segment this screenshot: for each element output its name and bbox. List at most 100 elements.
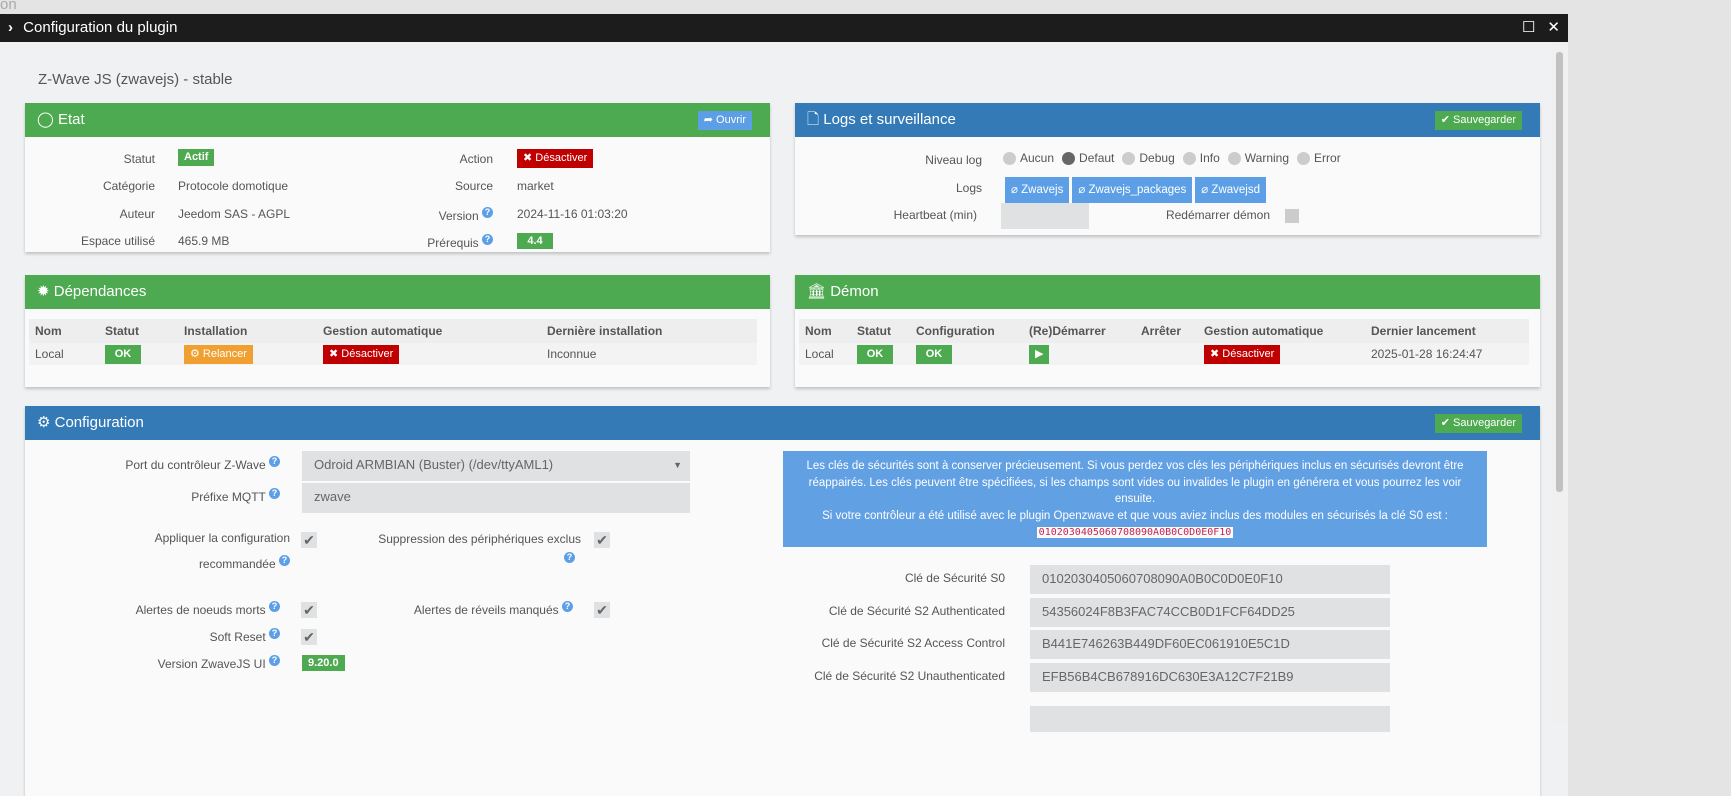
etat-panel: ◯ Etat ➦ Ouvrir Statut Actif Catégorie P…: [25, 103, 770, 252]
deps-deactivate-button[interactable]: ✖ Désactiver: [323, 344, 400, 364]
dropdown-arrow-icon: ▼: [673, 460, 682, 470]
soft-reset-label: Soft Reset ?: [25, 628, 280, 644]
config-save-button[interactable]: ✔ Sauvegarder: [1434, 414, 1522, 433]
log-level-error[interactable]: Error: [1289, 151, 1341, 166]
chevron-right-icon: ›: [8, 19, 13, 36]
log-level-warning[interactable]: Warning: [1220, 151, 1289, 166]
open-button[interactable]: ➦ Ouvrir: [697, 111, 752, 130]
restart-daemon-checkbox[interactable]: [1285, 209, 1299, 223]
relaunch-button[interactable]: ⚙ Relancer: [184, 344, 253, 364]
log-level-aucun[interactable]: Aucun: [995, 151, 1054, 166]
dead-nodes-checkbox[interactable]: ✔: [301, 602, 317, 618]
logs-save-button[interactable]: ✔ Sauvegarder: [1434, 111, 1522, 130]
mqtt-input[interactable]: zwave: [302, 483, 690, 513]
deps-title: Dépendances: [53, 283, 147, 300]
categorie-label: Catégorie: [102, 179, 155, 193]
prerequis-badge: 4.4: [517, 233, 553, 249]
suppr-label: Suppression des périphériques exclus: [378, 532, 581, 546]
mqtt-label: Préfixe MQTT ?: [25, 488, 280, 504]
title-bar: › Configuration du plugin ☐ ✕: [0, 14, 1568, 42]
heartbeat-label: Heartbeat (min): [893, 208, 977, 222]
espace-value: 465.9 MB: [178, 234, 230, 248]
configuration-panel: ⚙ Configuration ✔ Sauvegarder Port du co…: [25, 406, 1540, 796]
play-icon[interactable]: ▶: [1029, 344, 1049, 364]
plugin-config-modal: › Configuration du plugin ☐ ✕ Z-Wave JS (…: [0, 14, 1568, 796]
wake-checkbox[interactable]: ✔: [594, 602, 610, 618]
window-title: Configuration du plugin: [23, 19, 178, 36]
deactivate-button[interactable]: ✖ Désactiver: [517, 149, 594, 168]
help-icon[interactable]: ?: [562, 601, 573, 612]
port-label: Port du contrôleur Z-Wave ?: [25, 456, 280, 472]
auteur-value: Jeedom SAS - AGPL: [178, 207, 291, 221]
log-level-debug[interactable]: Debug: [1114, 151, 1175, 166]
log-level-info[interactable]: Info: [1175, 151, 1220, 166]
statut-label: Statut: [123, 152, 155, 166]
config-badge: OK: [916, 344, 952, 364]
table-row: Local OK OK ▶ ✖ Désactiver 2025-01-28 16…: [799, 343, 1529, 365]
prerequis-label: Prérequis ?: [365, 234, 493, 250]
paperclip-icon: ⌀: [1011, 184, 1018, 196]
file-icon: 🗋: [807, 111, 820, 128]
close-icon[interactable]: ✕: [1547, 19, 1560, 36]
status-badge: OK: [105, 344, 141, 364]
version-label: Version ?: [365, 207, 493, 223]
apply-config-checkbox[interactable]: ✔: [301, 532, 317, 548]
help-icon[interactable]: ?: [482, 234, 493, 245]
help-icon[interactable]: ?: [269, 488, 280, 499]
log-button-zwavejs[interactable]: ⌀ Zwavejs: [1005, 177, 1070, 203]
daemon-title: Démon: [830, 283, 879, 300]
port-select[interactable]: Odroid ARMBIAN (Buster) (/dev/ttyAML1) ▼: [302, 451, 690, 481]
source-label: Source: [454, 179, 493, 193]
suppr-checkbox[interactable]: ✔: [594, 532, 610, 548]
help-icon[interactable]: ?: [269, 601, 280, 612]
key-input[interactable]: 0102030405060708090A0B0C0D0E0F10: [1030, 565, 1390, 594]
dead-nodes-label: Alertes de noeuds morts ?: [25, 601, 280, 617]
log-level-defaut[interactable]: Defaut: [1054, 151, 1114, 166]
version-value: 2024-11-16 01:03:20: [517, 207, 628, 221]
daemon-table: Nom Statut Configuration (Re)Démarrer Arrête…: [799, 319, 1529, 365]
logs-label: Logs: [955, 181, 982, 195]
zwavejs-version-badge: 9.20.0: [302, 655, 345, 671]
paperclip-icon: ⌀: [1078, 184, 1086, 196]
scrollbar-thumb[interactable]: [1556, 52, 1563, 492]
extra-key-input[interactable]: [1030, 706, 1390, 732]
key-label: Clé de Sécurité S0: [904, 571, 1005, 585]
action-label: Action: [459, 152, 493, 166]
statut-badge: Actif: [178, 149, 215, 166]
paperclip-icon: ⌀: [1201, 184, 1209, 196]
help-icon[interactable]: ?: [482, 207, 493, 218]
key-input[interactable]: EFB56B4CB678916DC630E3A12C7F21B9: [1030, 662, 1390, 692]
security-info-box: Les clés de sécurités sont à conserver p…: [783, 451, 1487, 547]
help-icon[interactable]: ?: [564, 552, 575, 563]
wake-label: Alertes de réveils manqués ?: [325, 601, 573, 617]
auteur-label: Auteur: [119, 207, 155, 221]
log-button-zwavejsd[interactable]: ⌀ Zwavejsd: [1195, 177, 1266, 203]
gears-icon: ⚙: [37, 414, 51, 431]
background-text: on: [0, 0, 17, 13]
key-label: Clé de Sécurité S2 Authenticated: [828, 603, 1005, 618]
help-icon[interactable]: ?: [279, 555, 290, 566]
soft-reset-checkbox[interactable]: ✔: [301, 629, 317, 645]
daemon-panel: 🏛 Démon Nom Statut Configuration (Re)Démarr…: [795, 275, 1540, 387]
key-input[interactable]: 54356024F8B3FAC74CCB0D1FCF64DD25: [1030, 597, 1390, 627]
daemon-deactivate-button[interactable]: ✖ Désactiver: [1204, 344, 1281, 364]
config-title: Configuration: [54, 414, 144, 431]
scrollbar[interactable]: [1552, 42, 1568, 722]
help-icon[interactable]: ?: [269, 628, 280, 639]
restart-daemon-label: Redémarrer démon: [1165, 208, 1270, 222]
help-icon[interactable]: ?: [269, 655, 280, 666]
table-row: Local OK ⚙ Relancer ✖ Désactiver Inconnu…: [29, 343, 757, 365]
maximize-icon[interactable]: ☐: [1522, 19, 1535, 36]
plugin-title: Z-Wave JS (zwavejs) - stable: [38, 71, 233, 88]
espace-label: Espace utilisé: [80, 234, 155, 248]
niveau-log-label: Niveau log: [925, 153, 982, 167]
heartbeat-input[interactable]: [1001, 203, 1089, 229]
s0-code: 0102030405060708090A0B0C0D0E0F10: [1036, 527, 1234, 538]
status-badge: OK: [857, 344, 893, 364]
help-icon[interactable]: ?: [269, 456, 280, 467]
zwavejs-version-label: Version ZwaveJS UI ?: [25, 655, 280, 671]
log-button-zwavejs_packages[interactable]: ⌀ Zwavejs_packages: [1072, 177, 1193, 203]
key-input[interactable]: B441E746263B449DF60EC061910E5C1D: [1030, 630, 1390, 659]
log-buttons: ⌀ Zwavejs ⌀ Zwavejs_packages ⌀ Zwavejsd: [1005, 177, 1269, 203]
log-level-radios: Aucun Defaut Debug Info Warning Error: [995, 151, 1341, 166]
